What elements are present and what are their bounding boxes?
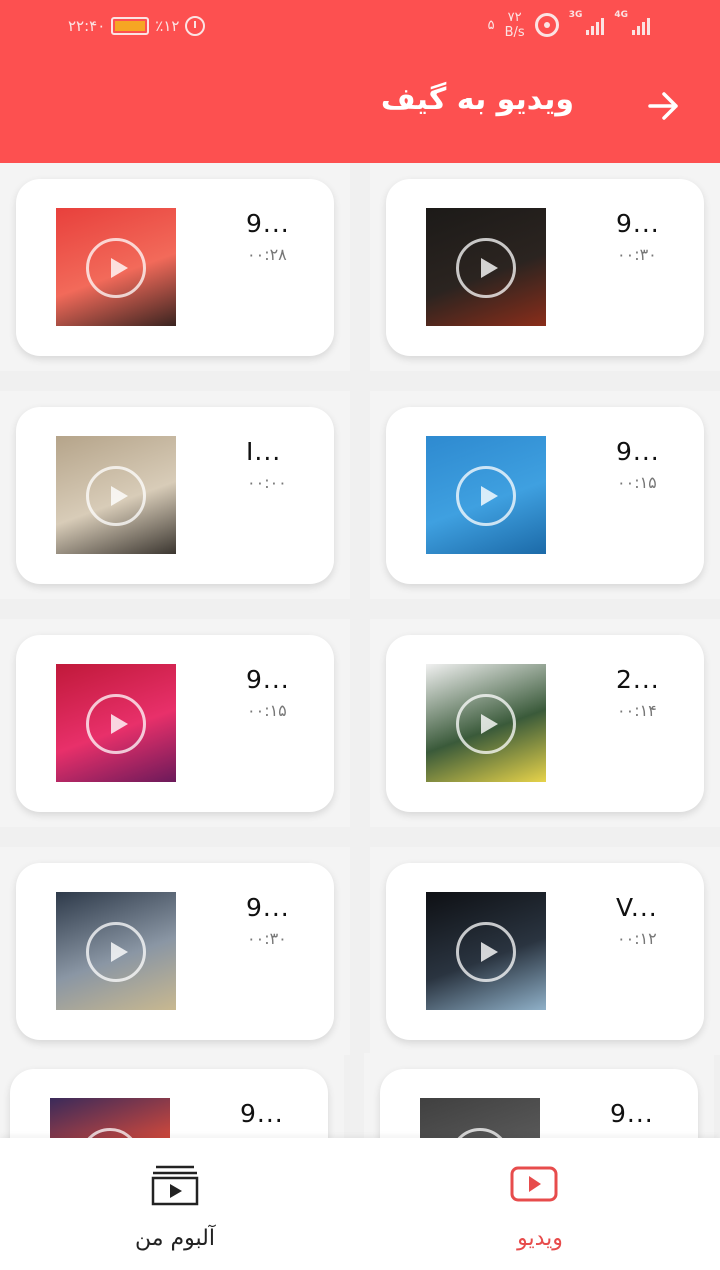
nav-album-label: آلبوم من	[135, 1226, 215, 1251]
video-card[interactable]: 9... ۰۰:۳۰	[386, 179, 704, 356]
video-duration: ۰۰:۳۰	[247, 929, 287, 948]
bottom-nav: آلبوم من ویدیو	[0, 1138, 720, 1270]
video-card[interactable]: 9...۰۰:۰۷	[380, 1069, 698, 1138]
video-grid: 9... ۰۰:۳۰ 9... ۰۰:۲۸ 9... ۰۰:۱۵ I... ۰۰:۰۰ 2...…	[0, 163, 720, 1138]
play-icon	[450, 1128, 510, 1138]
status-right: ۵ ۷۲ B/s 3G 4G	[488, 10, 650, 40]
video-name: 9...	[616, 209, 660, 238]
video-name: 9...	[610, 1099, 654, 1128]
video-name: I...	[246, 437, 282, 466]
video-name: 9...	[616, 437, 660, 466]
video-thumbnail[interactable]	[56, 436, 176, 554]
network-speed-unit: B/s	[504, 25, 525, 40]
video-name: 9...	[246, 665, 290, 694]
play-icon	[86, 466, 146, 526]
video-card[interactable]: 9...۰۰:۰۶	[10, 1069, 328, 1138]
video-thumbnail[interactable]	[426, 664, 546, 782]
video-duration: ۰۰:۱۵	[247, 701, 287, 720]
nav-video[interactable]: ویدیو	[360, 1138, 720, 1270]
video-duration: ۰۰:۰۰	[247, 473, 287, 492]
video-card[interactable]: V... ۰۰:۱۲	[386, 863, 704, 1040]
video-thumbnail[interactable]	[426, 208, 546, 326]
video-card[interactable]: 9... ۰۰:۲۸	[16, 179, 334, 356]
video-name: V...	[616, 893, 658, 922]
video-thumbnail[interactable]	[56, 664, 176, 782]
play-icon	[86, 238, 146, 298]
video-cell: I... ۰۰:۰۰	[0, 391, 350, 599]
video-name: 9...	[246, 209, 290, 238]
video-play-icon	[510, 1166, 558, 1202]
video-cell: 9...۰۰:۰۷	[364, 1053, 714, 1138]
video-duration: ۰۰:۲۸	[247, 245, 287, 264]
video-duration: ۰۰:۱۲	[617, 929, 657, 948]
battery-percent: ٪۱۲	[155, 17, 180, 35]
app-bar: ویدیو به گیف	[0, 56, 720, 163]
status-bar: ۲۲:۴۰ ٪۱۲ ۵ ۷۲ B/s 3G 4G	[0, 0, 720, 56]
video-cell: 9... ۰۰:۳۰	[370, 163, 720, 371]
video-thumbnail[interactable]	[420, 1098, 540, 1138]
play-icon	[456, 466, 516, 526]
video-name: 2...	[616, 665, 660, 694]
video-card[interactable]: 9... ۰۰:۳۰	[16, 863, 334, 1040]
page-title: ویدیو به گیف	[380, 82, 574, 117]
video-duration: ۰۰:۳۰	[617, 245, 657, 264]
play-icon	[456, 922, 516, 982]
signal-icon-2	[632, 15, 650, 35]
video-thumbnail[interactable]	[56, 892, 176, 1010]
video-card[interactable]: I... ۰۰:۰۰	[16, 407, 334, 584]
play-icon	[456, 694, 516, 754]
network-type-2: 4G	[614, 10, 628, 20]
video-name: 9...	[246, 893, 290, 922]
battery-icon	[111, 17, 150, 35]
play-icon	[456, 238, 516, 298]
network-speed-value: ۷۲	[507, 10, 522, 25]
status-left: ۲۲:۴۰ ٪۱۲	[68, 16, 206, 36]
video-card[interactable]: 9... ۰۰:۱۵	[16, 635, 334, 812]
play-icon	[86, 922, 146, 982]
video-cell: 9... ۰۰:۱۵	[0, 619, 350, 827]
sim-indicator: ۵	[487, 17, 495, 33]
video-thumbnail[interactable]	[426, 436, 546, 554]
video-name: 9...	[240, 1099, 284, 1128]
network-type-1: 3G	[568, 10, 583, 20]
video-duration: ۰۰:۱۵	[617, 473, 657, 492]
video-thumbnail[interactable]	[50, 1098, 170, 1138]
arrow-right-icon[interactable]	[646, 88, 682, 124]
hotspot-icon	[534, 13, 559, 37]
signal-icon	[586, 15, 605, 35]
status-time: ۲۲:۴۰	[68, 17, 106, 35]
video-card[interactable]: 2... ۰۰:۱۴	[386, 635, 704, 812]
video-duration: ۰۰:۱۴	[617, 701, 657, 720]
video-thumbnail[interactable]	[56, 208, 176, 326]
nav-album[interactable]: آلبوم من	[0, 1138, 360, 1270]
network-speed: ۷۲ B/s	[505, 10, 525, 40]
video-thumbnail[interactable]	[426, 892, 546, 1010]
play-icon	[86, 694, 146, 754]
play-icon	[80, 1128, 140, 1138]
alarm-icon	[185, 16, 206, 36]
album-stack-icon	[151, 1165, 199, 1206]
nav-video-label: ویدیو	[517, 1226, 563, 1251]
video-cell: 2... ۰۰:۱۴	[370, 619, 720, 827]
video-cell: 9... ۰۰:۱۵	[370, 391, 720, 599]
video-cell: 9... ۰۰:۲۸	[0, 163, 350, 371]
video-cell: 9...۰۰:۰۶	[0, 1053, 344, 1138]
video-card[interactable]: 9... ۰۰:۱۵	[386, 407, 704, 584]
video-cell: V... ۰۰:۱۲	[370, 847, 720, 1055]
video-cell: 9... ۰۰:۳۰	[0, 847, 350, 1055]
